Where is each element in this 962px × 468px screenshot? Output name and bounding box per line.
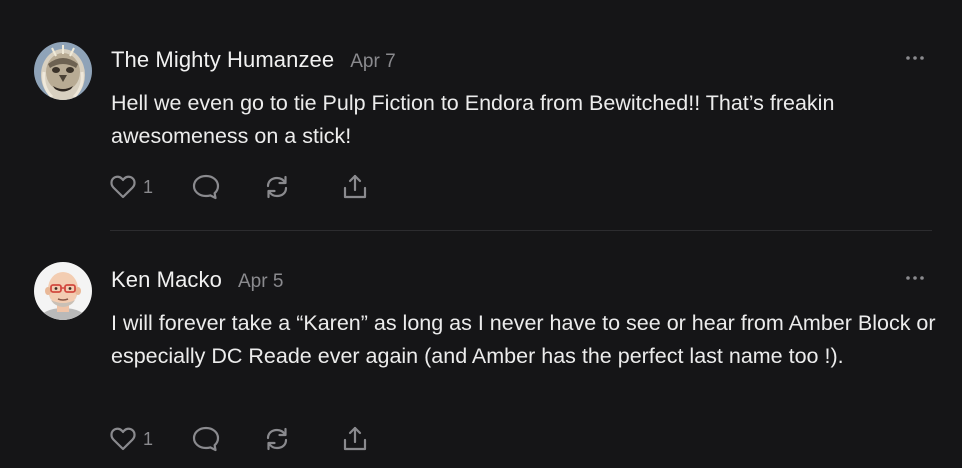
reply-button[interactable] bbox=[191, 425, 221, 453]
reply-button[interactable] bbox=[191, 173, 221, 201]
ellipsis-icon bbox=[906, 276, 924, 280]
like-count: 1 bbox=[143, 428, 154, 449]
share-button[interactable] bbox=[341, 425, 369, 453]
heart-icon bbox=[110, 175, 136, 199]
reply-bubble-icon bbox=[192, 174, 220, 200]
reply-bubble-icon bbox=[192, 426, 220, 452]
comment-text: I will forever take a “Karen” as long as… bbox=[111, 311, 936, 368]
avatar[interactable] bbox=[34, 262, 92, 320]
restack-button[interactable] bbox=[263, 173, 291, 201]
share-icon bbox=[343, 174, 367, 199]
restack-icon bbox=[266, 427, 288, 451]
like-button[interactable]: 1 bbox=[109, 174, 157, 200]
restack-icon bbox=[266, 175, 288, 199]
creature-mask-avatar bbox=[34, 42, 92, 100]
restack-button[interactable] bbox=[263, 425, 291, 453]
comment-date[interactable]: Apr 7 bbox=[350, 51, 395, 73]
comment-date[interactable]: Apr 5 bbox=[238, 271, 283, 293]
comment-text: Hell we even go to tie Pulp Fiction to E… bbox=[111, 91, 835, 148]
comment-header: The Mighty Humanzee Apr 7 bbox=[111, 47, 396, 75]
comment-actions: 1 bbox=[109, 424, 369, 454]
comment-header: Ken Macko Apr 5 bbox=[111, 267, 283, 295]
share-button[interactable] bbox=[341, 173, 369, 201]
like-count: 1 bbox=[143, 176, 154, 197]
share-icon bbox=[343, 426, 367, 451]
bald-man-glasses-avatar bbox=[34, 262, 92, 320]
author-name[interactable]: The Mighty Humanzee bbox=[111, 47, 334, 73]
more-options-button[interactable] bbox=[904, 272, 926, 284]
more-options-button[interactable] bbox=[904, 52, 926, 64]
author-name[interactable]: Ken Macko bbox=[111, 267, 222, 293]
comment-divider bbox=[110, 230, 932, 231]
ellipsis-icon bbox=[906, 56, 924, 60]
comment-actions: 1 bbox=[109, 172, 369, 202]
avatar[interactable] bbox=[34, 42, 92, 100]
like-button[interactable]: 1 bbox=[109, 426, 157, 452]
heart-icon bbox=[110, 427, 136, 451]
